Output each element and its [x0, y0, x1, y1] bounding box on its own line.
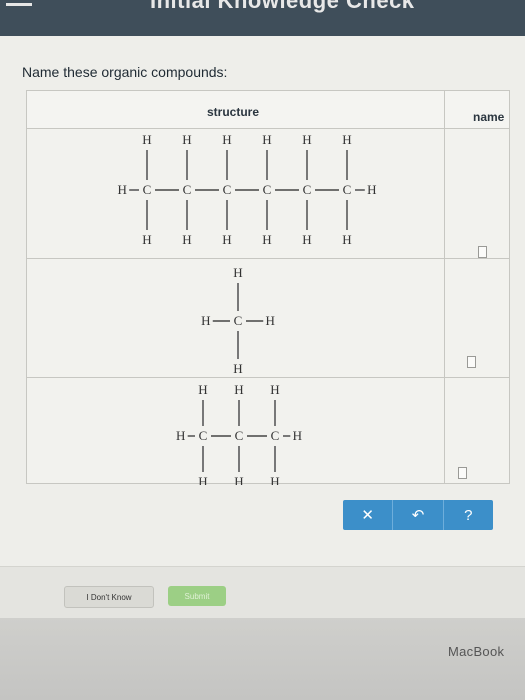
header-bar: Initial Knowledge Check — [0, 0, 525, 36]
hydrogen-atom: H — [342, 232, 351, 247]
laptop-bezel: MacBook — [0, 618, 525, 700]
name-column-header: name — [473, 110, 505, 124]
hydrogen-atom: H — [234, 382, 243, 397]
hydrogen-atom: H — [266, 313, 275, 328]
hydrogen-atom: H — [262, 232, 271, 247]
hydrogen-atom: H — [198, 382, 207, 397]
device-brand-label: MacBook — [448, 644, 505, 659]
hydrogen-atom: H — [118, 182, 127, 197]
hydrogen-atom: H — [142, 132, 151, 147]
dont-know-button[interactable]: I Don't Know — [64, 586, 154, 608]
hydrogen-atom: H — [302, 232, 311, 247]
hydrogen-atom: H — [342, 132, 351, 147]
hydrogen-atom: H — [302, 132, 311, 147]
hydrogen-atom: H — [233, 361, 242, 376]
answer-input-1[interactable] — [478, 246, 487, 258]
menu-dash-icon[interactable] — [6, 3, 32, 6]
hydrogen-atom: H — [270, 382, 279, 397]
carbon-atom: C — [183, 182, 192, 197]
hydrogen-atom: H — [367, 182, 376, 197]
undo-button[interactable]: ↶ — [392, 500, 442, 530]
answer-input-3[interactable] — [458, 467, 467, 479]
carbon-atom: C — [271, 428, 280, 443]
hydrogen-atom: H — [262, 132, 271, 147]
footer-bar: I Don't Know Submit — [0, 566, 525, 619]
carbon-atom: C — [235, 428, 244, 443]
carbon-atom: C — [343, 182, 352, 197]
hydrogen-atom: H — [201, 313, 210, 328]
question-prompt: Name these organic compounds: — [22, 64, 228, 80]
hydrogen-atom: H — [293, 428, 302, 443]
carbon-atom: C — [143, 182, 152, 197]
carbon-atom: C — [199, 428, 208, 443]
hydrogen-atom: H — [270, 474, 279, 485]
hydrogen-atom: H — [182, 132, 191, 147]
help-button[interactable]: ? — [442, 500, 493, 530]
carbon-atom: C — [234, 313, 243, 328]
submit-button[interactable]: Submit — [168, 586, 226, 606]
compound-table: structure name HCHHCHHCHHCHHCHHCHHHHCHHH… — [26, 90, 510, 485]
structures-drawing: H CHHCHHCHHCHHCHHCHHHH CHHHH CHHCHHCHHH — [118, 132, 377, 485]
hydrogen-atom: H — [233, 265, 242, 280]
page-title: Initial Knowledge Check — [150, 0, 415, 13]
hydrogen-atom: H — [142, 232, 151, 247]
hydrogen-atom: H — [176, 428, 185, 443]
question-panel: Name these organic compounds: structure … — [0, 36, 525, 619]
carbon-atom: C — [303, 182, 312, 197]
hydrogen-atom: H — [198, 474, 207, 485]
hydrogen-atom: H — [234, 474, 243, 485]
clear-button[interactable]: ✕ — [343, 500, 392, 530]
carbon-atom: C — [223, 182, 232, 197]
hydrogen-atom: H — [222, 232, 231, 247]
hydrogen-atom: H — [222, 132, 231, 147]
carbon-atom: C — [263, 182, 272, 197]
answer-toolbar: ✕ ↶ ? — [343, 500, 493, 530]
answer-input-2[interactable] — [467, 356, 476, 368]
hydrogen-atom: H — [182, 232, 191, 247]
